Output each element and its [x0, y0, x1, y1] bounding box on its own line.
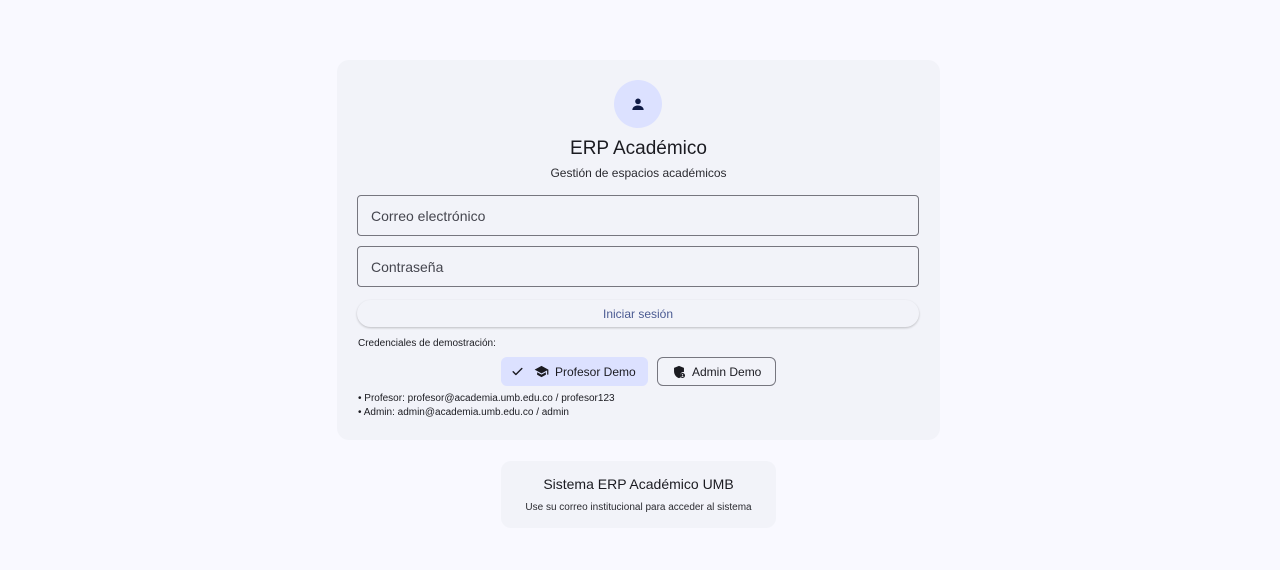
admin-shield-icon	[672, 365, 686, 379]
email-field[interactable]: Correo electrónico	[357, 195, 919, 236]
avatar	[614, 80, 662, 128]
password-field[interactable]: Contraseña	[357, 246, 919, 287]
admin-demo-chip[interactable]: Admin Demo	[657, 357, 776, 386]
app-subtitle: Gestión de espacios académicos	[550, 166, 727, 180]
login-button[interactable]: Iniciar sesión	[357, 300, 919, 327]
check-icon	[511, 365, 524, 378]
password-field-placeholder: Contraseña	[371, 258, 444, 275]
login-button-label: Iniciar sesión	[602, 306, 674, 321]
email-field-placeholder: Correo electrónico	[371, 207, 486, 224]
admin-demo-chip-label: Admin Demo	[692, 364, 762, 379]
system-info-box: Sistema ERP Académico UMB Use su correo …	[501, 461, 776, 528]
profesor-credentials-line: • Profesor: profesor@academia.umb.edu.co…	[358, 393, 615, 404]
profesor-demo-chip[interactable]: Profesor Demo	[501, 357, 648, 386]
system-info-subtitle: Use su correo institucional para acceder…	[525, 502, 752, 513]
app-title: ERP Académico	[570, 138, 707, 159]
system-info-title: Sistema ERP Académico UMB	[543, 476, 734, 492]
admin-credentials-line: • Admin: admin@academia.umb.edu.co / adm…	[358, 407, 569, 418]
demo-credentials-caption: Credenciales de demostración:	[358, 338, 496, 349]
profesor-demo-chip-label: Profesor Demo	[555, 364, 636, 379]
person-icon	[632, 98, 644, 110]
graduation-cap-icon	[534, 364, 549, 379]
login-card: ERP Académico Gestión de espacios académ…	[337, 60, 940, 440]
